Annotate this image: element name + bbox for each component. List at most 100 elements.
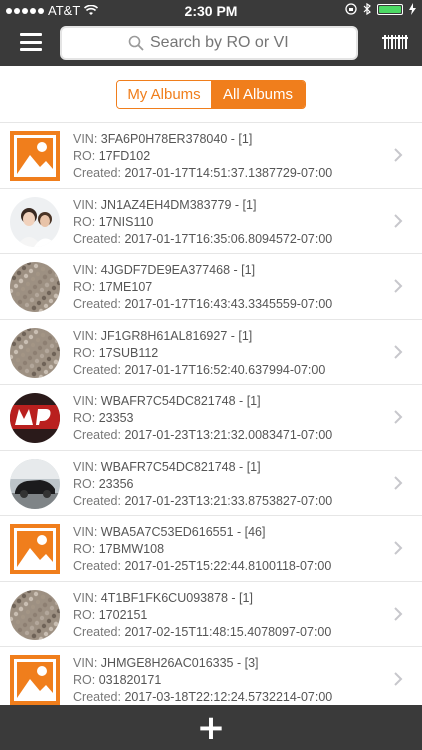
album-thumbnail: [10, 196, 60, 247]
menu-button[interactable]: [20, 33, 42, 51]
bluetooth-icon: [363, 3, 371, 15]
ro-label: RO:: [73, 673, 96, 687]
album-thumbnail: [10, 589, 60, 640]
chevron-right-icon: [394, 606, 403, 621]
created-label: Created:: [73, 362, 121, 377]
all-albums-tab[interactable]: All Albums: [211, 81, 305, 108]
album-row[interactable]: VIN: WBA5A7C53ED616551 - [46] RO: 17BMW10…: [0, 515, 422, 581]
ro-label: RO:: [73, 476, 96, 491]
created-label: Created:: [73, 624, 121, 639]
album-details: VIN: WBA5A7C53ED616551 - [46] RO: 17BMW10…: [73, 524, 331, 575]
ro-label: RO:: [73, 149, 96, 163]
album-details: VIN: 3FA6P0H78ER378040 - [1] RO: 17FD102 C…: [73, 131, 332, 182]
ro-line: RO: 17ME107: [73, 279, 332, 296]
ro-value: 17FD102: [98, 149, 151, 163]
album-row[interactable]: VIN: WBAFR7C54DC821748 - [1] RO: 23353 Cre…: [0, 384, 422, 450]
vin-line: VIN: JN1AZ4EH4DM383779 - [1]: [73, 197, 332, 214]
chevron-right-icon: [394, 279, 403, 293]
created-value: 2017-01-17T14:51:37.1387729-07:00: [124, 166, 333, 180]
created-label: Created:: [73, 428, 121, 442]
album-list: VIN: 3FA6P0H78ER378040 - [1] RO: 17FD102 C…: [0, 122, 422, 712]
ro-label: RO:: [73, 214, 96, 229]
segmented-control: My Albums All Albums: [116, 80, 306, 109]
album-thumbnail: [10, 393, 60, 443]
ro-label: RO:: [73, 411, 96, 425]
vin-label: VIN:: [73, 459, 98, 474]
vin-value: 4T1BF1FK6CU093878 - [1]: [100, 590, 253, 605]
placeholder-image-icon: [10, 131, 60, 181]
vin-value: WBAFR7C54DC821748 - [1]: [100, 394, 261, 408]
vin-line: VIN: JF1GR8H61AL816927 - [1]: [73, 328, 325, 345]
vin-line: VIN: WBAFR7C54DC821748 - [1]: [73, 393, 332, 410]
ro-line: RO: 17BMW108: [73, 541, 331, 558]
album-row[interactable]: VIN: 3FA6P0H78ER378040 - [1] RO: 17FD102 C…: [0, 122, 422, 188]
album-details: VIN: WBAFR7C54DC821748 - [1] RO: 23356 Cre…: [73, 459, 332, 510]
album-thumbnail: [10, 327, 60, 378]
created-line: Created: 2017-01-17T14:51:37.1387729-07:…: [73, 165, 332, 182]
created-line: Created: 2017-01-23T13:21:33.8753827-07:…: [73, 493, 332, 510]
ro-value: 17SUB112: [98, 345, 159, 360]
status-bar: AT&T 2:30 PM: [0, 0, 422, 20]
vin-value: JN1AZ4EH4DM383779 - [1]: [100, 197, 257, 212]
album-thumbnail: [10, 458, 60, 509]
vin-label: VIN:: [73, 656, 98, 670]
ro-value: 031820171: [98, 673, 162, 687]
vin-line: VIN: JHMGE8H26AC016335 - [3]: [73, 655, 332, 672]
vin-value: WBA5A7C53ED616551 - [46]: [100, 525, 266, 539]
vin-line: VIN: WBA5A7C53ED616551 - [46]: [73, 524, 331, 541]
created-value: 2017-01-23T13:21:33.8753827-07:00: [124, 493, 333, 508]
album-row[interactable]: VIN: JN1AZ4EH4DM383779 - [1] RO: 17NIS110…: [0, 187, 422, 254]
ro-label: RO:: [73, 345, 96, 360]
created-value: 2017-01-23T13:21:32.0083471-07:00: [124, 428, 333, 442]
album-row[interactable]: VIN: WBAFR7C54DC821748 - [1] RO: 23356 Cre…: [0, 449, 422, 516]
ro-value: 17ME107: [98, 280, 153, 294]
created-value: 2017-01-17T16:52:40.637994-07:00: [124, 362, 326, 377]
charging-icon: [409, 3, 416, 15]
created-line: Created: 2017-01-17T16:35:06.8094572-07:…: [73, 231, 332, 248]
album-row[interactable]: VIN: 4T1BF1FK6CU093878 - [1] RO: 1702151 C…: [0, 580, 422, 647]
album-details: VIN: 4T1BF1FK6CU093878 - [1] RO: 1702151 C…: [73, 590, 331, 641]
vin-line: VIN: WBAFR7C54DC821748 - [1]: [73, 459, 332, 476]
created-label: Created:: [73, 690, 121, 704]
album-details: VIN: 4JGDF7DE9EA377468 - [1] RO: 17ME107 C…: [73, 262, 332, 313]
vin-line: VIN: 3FA6P0H78ER378040 - [1]: [73, 131, 332, 148]
vin-label: VIN:: [73, 590, 98, 605]
created-line: Created: 2017-03-18T22:12:24.5732214-07:…: [73, 689, 332, 706]
add-album-button[interactable]: +: [197, 711, 226, 745]
created-line: Created: 2017-01-23T13:21:32.0083471-07:…: [73, 427, 332, 444]
ro-value: 17NIS110: [98, 214, 154, 229]
created-line: Created: 2017-01-25T15:22:44.8100118-07:…: [73, 558, 331, 575]
chevron-right-icon: [394, 148, 403, 162]
created-value: 2017-03-18T22:12:24.5732214-07:00: [124, 690, 333, 704]
ro-value: 17BMW108: [98, 542, 165, 556]
hamburger-icon: [20, 33, 42, 36]
my-albums-tab[interactable]: My Albums: [117, 81, 211, 108]
barcode-scan-icon[interactable]: [382, 32, 408, 52]
created-label: Created:: [73, 166, 121, 180]
top-toolbar: [0, 20, 422, 66]
search-field[interactable]: [60, 26, 358, 60]
ro-label: RO:: [73, 542, 96, 556]
vin-value: WBAFR7C54DC821748 - [1]: [100, 459, 261, 474]
ro-line: RO: 23353: [73, 410, 332, 427]
chevron-right-icon: [394, 475, 403, 490]
created-label: Created:: [73, 231, 121, 246]
battery-icon: [377, 3, 403, 15]
chevron-right-icon: [394, 410, 403, 424]
placeholder-image-icon: [10, 655, 60, 705]
created-label: Created:: [73, 493, 121, 508]
created-value: 2017-01-17T16:35:06.8094572-07:00: [124, 231, 333, 246]
placeholder-image-icon: [10, 524, 60, 574]
vin-label: VIN:: [73, 132, 98, 146]
album-row[interactable]: VIN: JHMGE8H26AC016335 - [3] RO: 03182017…: [0, 646, 422, 712]
album-thumbnail: [10, 262, 60, 312]
album-row[interactable]: VIN: JF1GR8H61AL816927 - [1] RO: 17SUB112…: [0, 318, 422, 385]
vin-value: JF1GR8H61AL816927 - [1]: [100, 328, 253, 343]
created-value: 2017-01-17T16:43:43.3345559-07:00: [124, 297, 333, 311]
search-input[interactable]: [150, 34, 290, 52]
album-details: VIN: JHMGE8H26AC016335 - [3] RO: 03182017…: [73, 655, 332, 706]
vin-value: 3FA6P0H78ER378040 - [1]: [100, 132, 253, 146]
ro-label: RO:: [73, 607, 96, 622]
chevron-right-icon: [394, 213, 403, 228]
album-row[interactable]: VIN: 4JGDF7DE9EA377468 - [1] RO: 17ME107 C…: [0, 253, 422, 319]
